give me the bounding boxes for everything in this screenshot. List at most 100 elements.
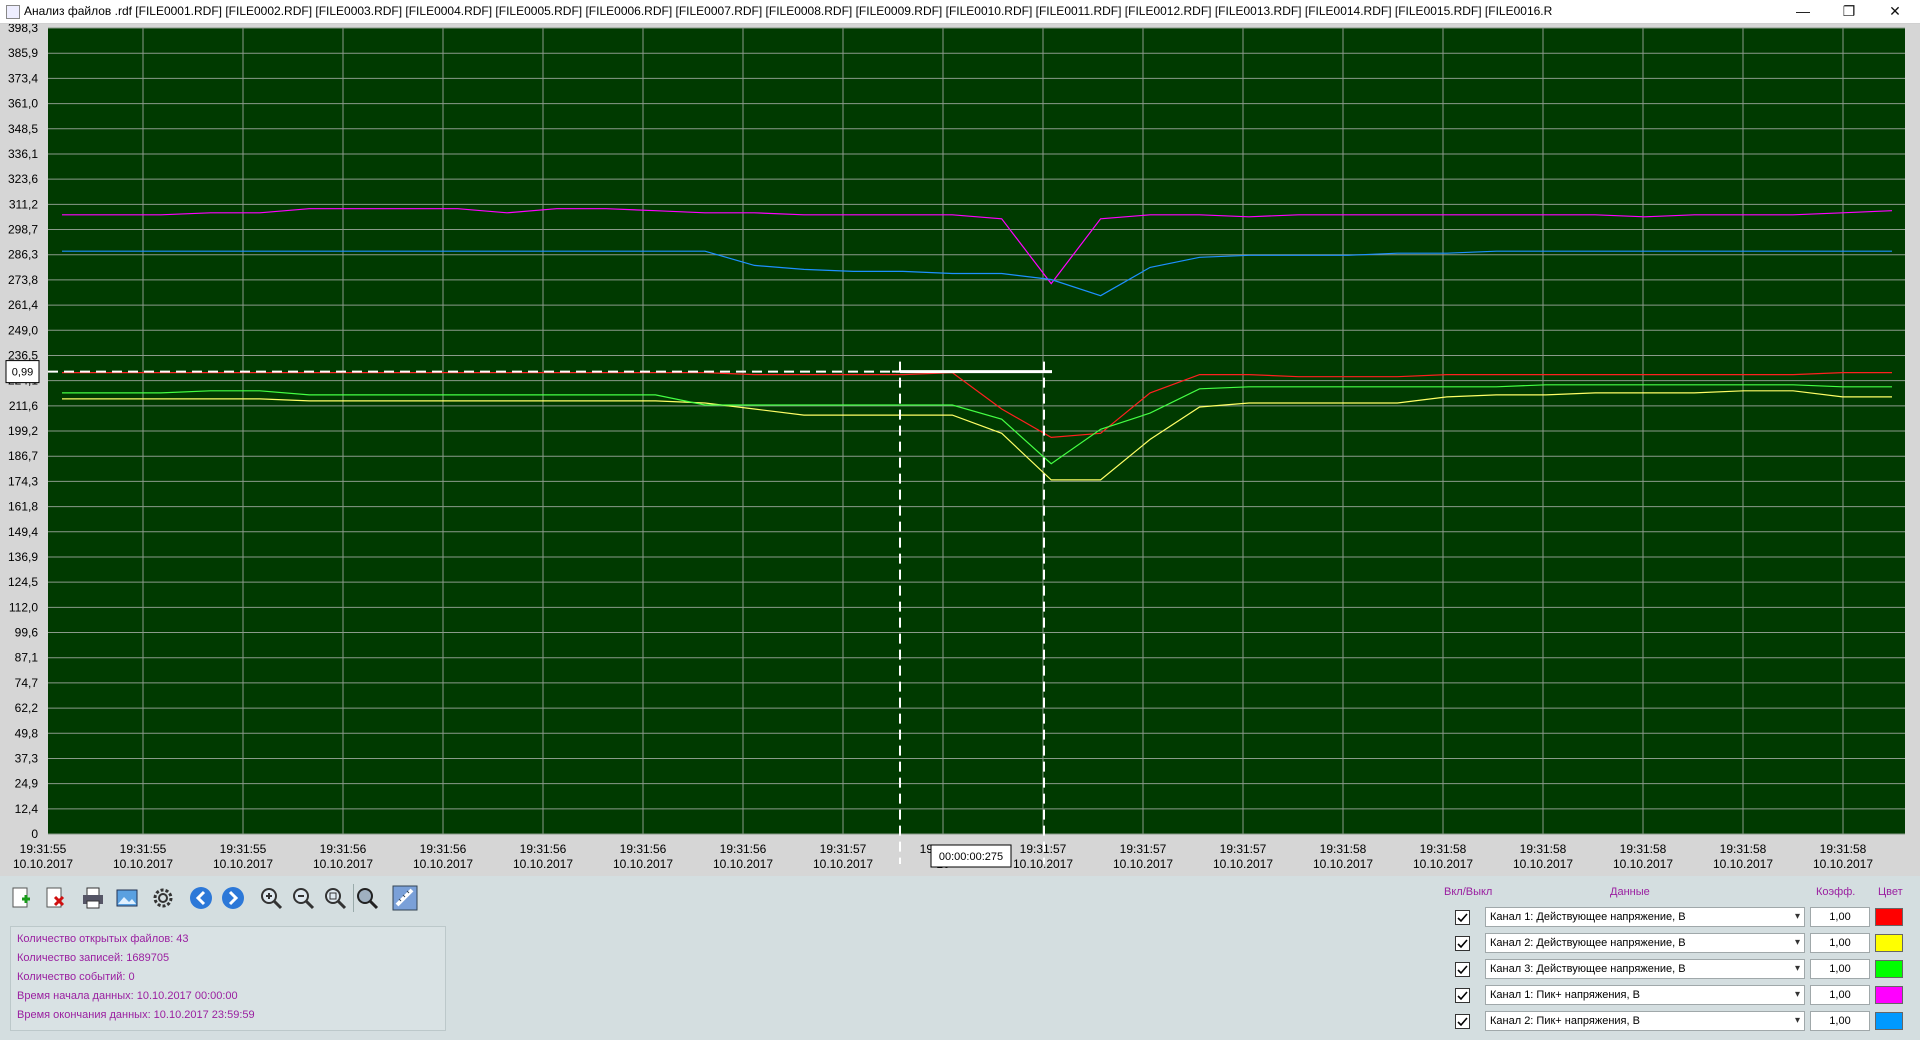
gear-icon [150, 888, 176, 914]
channel-color-swatch[interactable] [1875, 986, 1903, 1004]
channel-data-label: Канал 3: Действующее напряжение, В [1490, 963, 1686, 975]
channel-color-swatch[interactable] [1875, 934, 1903, 952]
print-icon [80, 887, 106, 914]
channel-data-select[interactable]: Канал 1: Пик+ напряжения, В ▾ [1485, 985, 1805, 1005]
zoom-in-icon [258, 888, 284, 914]
zoom-fit-icon [354, 888, 380, 914]
zoom-fit-button[interactable] [354, 885, 380, 911]
channel-coef-input[interactable]: 1,00 [1810, 907, 1870, 927]
channel-data-select[interactable]: Канал 3: Действующее напряжение, В ▾ [1485, 959, 1805, 979]
x-tick-date: 10.10.2017 [1713, 857, 1773, 871]
x-tick-time: 19:31:57 [820, 842, 867, 856]
channel-row: Канал 1: Пик+ напряжения, В ▾ 1,00 [1450, 985, 1910, 1007]
x-tick-date: 10.10.2017 [713, 857, 773, 871]
channel-coef-input[interactable]: 1,00 [1810, 985, 1870, 1005]
chart-area[interactable]: 0 12,4 24,9 37,3 49,8 62,2 74,7 87,1 99,6 112,0 12… [0, 24, 1920, 876]
x-tick-time: 19:31:58 [1820, 842, 1867, 856]
x-tick-date: 10.10.2017 [513, 857, 573, 871]
x-tick-date: 10.10.2017 [13, 857, 73, 871]
x-tick-date: 10.10.2017 [1213, 857, 1273, 871]
x-tick-date: 10.10.2017 [113, 857, 173, 871]
y-tick-label: 336,1 [8, 147, 38, 161]
print-button[interactable] [80, 885, 106, 911]
x-tick-time: 19:31:56 [320, 842, 367, 856]
channel-row: Канал 1: Действующее напряжение, В ▾ 1,00 [1450, 907, 1910, 929]
y-tick-label: 298,7 [8, 223, 38, 237]
channel-data-select[interactable]: Канал 2: Пик+ напряжения, В ▾ [1485, 1011, 1805, 1031]
minimize-button[interactable]: — [1780, 0, 1826, 23]
header-color: Цвет [1878, 886, 1903, 898]
checkmark-icon [1457, 991, 1468, 1001]
zoom-area-button[interactable] [322, 885, 348, 911]
y-tick-label: 373,4 [8, 71, 38, 85]
chevron-down-icon: ▾ [1794, 937, 1800, 948]
channel-coef-input[interactable]: 1,00 [1810, 933, 1870, 953]
x-tick-time: 19:31:58 [1320, 842, 1367, 856]
x-tick-date: 10.10.2017 [1513, 857, 1573, 871]
channel-enable-checkbox[interactable] [1455, 910, 1470, 925]
channel-data-select[interactable]: Канал 1: Действующее напряжение, В ▾ [1485, 907, 1805, 927]
x-tick-date: 10.10.2017 [213, 857, 273, 871]
channel-enable-checkbox[interactable] [1455, 936, 1470, 951]
y-tick-label: 87,1 [15, 651, 39, 665]
channel-color-swatch[interactable] [1875, 908, 1903, 926]
y-tick-label: 74,7 [15, 676, 39, 690]
checkmark-icon [1457, 913, 1468, 923]
forward-button[interactable] [220, 885, 246, 911]
channel-enable-checkbox[interactable] [1455, 962, 1470, 977]
y-tick-label: 174,3 [8, 474, 38, 488]
channel-data-label: Канал 2: Пик+ напряжения, В [1490, 1015, 1640, 1027]
x-tick-date: 10.10.2017 [813, 857, 873, 871]
y-tick-label: 136,9 [8, 550, 38, 564]
zoom-out-button[interactable] [290, 885, 316, 911]
checkmark-icon [1457, 939, 1468, 949]
y-tick-label: 124,5 [8, 575, 38, 589]
add-file-button[interactable] [8, 885, 34, 911]
y-tick-label: 398,3 [8, 24, 38, 35]
ruler-icon [392, 885, 418, 914]
y-tick-label: 161,8 [8, 500, 38, 514]
channel-coef-input[interactable]: 1,00 [1810, 1011, 1870, 1031]
y-tick-label: 0 [31, 827, 38, 841]
y-tick-label: 99,6 [15, 626, 39, 640]
channel-row: Канал 2: Пик+ напряжения, В ▾ 1,00 [1450, 1011, 1910, 1033]
chevron-down-icon: ▾ [1794, 989, 1800, 1000]
y-tick-label: 311,2 [9, 197, 38, 211]
y-tick-label: 24,9 [15, 777, 39, 791]
channel-enable-checkbox[interactable] [1455, 1014, 1470, 1029]
maximize-button[interactable]: ❐ [1826, 0, 1872, 23]
channel-color-swatch[interactable] [1875, 1012, 1903, 1030]
measure-button[interactable] [392, 885, 418, 911]
x-tick-time: 19:31:57 [1220, 842, 1267, 856]
x-tick-time: 19:31:55 [220, 842, 267, 856]
channel-data-select[interactable]: Канал 2: Действующее напряжение, В ▾ [1485, 933, 1805, 953]
window-title: Анализ файлов .rdf [FILE0001.RDF] [FILE0… [24, 4, 1553, 18]
voltage-chart[interactable]: 0 12,4 24,9 37,3 49,8 62,2 74,7 87,1 99,6 112,0 12… [0, 24, 1920, 876]
y-tick-label: 385,9 [8, 46, 38, 60]
chevron-down-icon: ▾ [1794, 911, 1800, 922]
y-tick-label: 37,3 [15, 751, 39, 765]
x-tick-time: 19:31:56 [520, 842, 567, 856]
y-tick-label: 186,7 [8, 449, 38, 463]
data-start-time: Время начала данных: 10.10.2017 00:00:00 [17, 990, 238, 1002]
channel-coef-input[interactable]: 1,00 [1810, 959, 1870, 979]
channel-enable-checkbox[interactable] [1455, 988, 1470, 1003]
y-tick-label: 49,8 [15, 726, 39, 740]
x-tick-date: 10.10.2017 [1613, 857, 1673, 871]
delete-file-button[interactable] [42, 885, 68, 911]
zoom-in-button[interactable] [258, 885, 284, 911]
close-button[interactable]: ✕ [1872, 0, 1918, 23]
x-tick-time: 19:31:56 [720, 842, 767, 856]
title-bar: Анализ файлов .rdf [FILE0001.RDF] [FILE0… [0, 0, 1920, 24]
y-tick-label: 12,4 [15, 802, 39, 816]
export-image-button[interactable] [114, 885, 140, 911]
channel-row: Канал 3: Действующее напряжение, В ▾ 1,00 [1450, 959, 1910, 981]
x-tick-date: 10.10.2017 [1813, 857, 1873, 871]
y-tick-label: 273,8 [8, 273, 38, 287]
arrow-left-icon [188, 887, 214, 914]
back-button[interactable] [188, 885, 214, 911]
channel-color-swatch[interactable] [1875, 960, 1903, 978]
app-icon [6, 5, 20, 19]
settings-button[interactable] [150, 885, 176, 911]
info-panel: Количество открытых файлов: 43 Количеств… [10, 926, 446, 1031]
